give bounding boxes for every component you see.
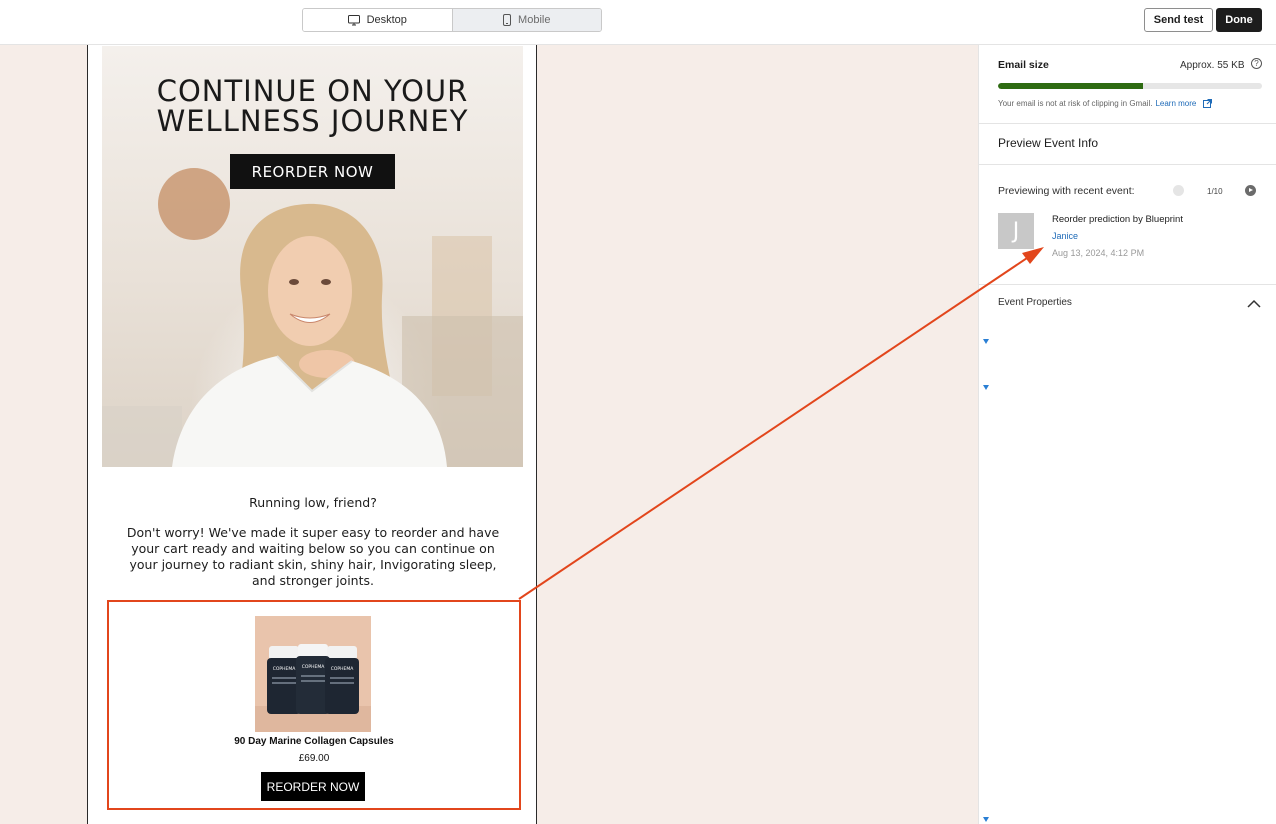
chevron-up-icon[interactable] (1247, 295, 1261, 313)
expand-marker-icon[interactable] (983, 817, 989, 822)
bottle-brand-text-3: COPHEMA (331, 666, 355, 672)
email-size-label: Email size (998, 59, 1049, 71)
panel-divider (979, 164, 1276, 165)
pager-count: 1/10 (1207, 187, 1223, 196)
help-circle-icon[interactable]: ? (1251, 58, 1262, 69)
clipping-note-text: Your email is not at risk of clipping in… (998, 99, 1153, 108)
product-reorder-button[interactable]: REORDER NOW (261, 772, 365, 801)
event-title: Reorder prediction by Blueprint (1052, 214, 1183, 225)
mobile-view-button[interactable]: Mobile (451, 9, 601, 31)
panel-divider (979, 284, 1276, 285)
product-price: £69.00 (298, 753, 330, 764)
greeting-text: Running low, friend? (249, 495, 377, 510)
desktop-view-button[interactable]: Desktop (303, 9, 452, 31)
hero-reorder-button[interactable]: REORDER NOW (230, 154, 395, 189)
chevron-right-icon[interactable] (1245, 185, 1256, 196)
previewing-label: Previewing with recent event: (998, 185, 1135, 197)
hero-title: CONTINUE ON YOUR WELLNESS JOURNEY (102, 76, 523, 136)
expand-marker-icon[interactable] (983, 339, 989, 344)
supplement-bottles-image: COPHEMA COPHEMA COPHEMA (255, 644, 371, 732)
monitor-icon (347, 14, 360, 26)
product-block[interactable]: COPHEMA COPHEMA COPHEMA 90 Day Marine Co… (107, 600, 521, 810)
mobile-label: Mobile (518, 14, 551, 26)
hero-title-line-2: WELLNESS JOURNEY (156, 104, 469, 138)
hero-title-line-1: CONTINUE ON YOUR (156, 74, 469, 108)
email-preview-canvas: CONTINUE ON YOUR WELLNESS JOURNEY REORDE… (0, 45, 978, 824)
expand-marker-icon[interactable] (983, 385, 989, 390)
body-text: Don't worry! We've made it super easy to… (126, 525, 500, 588)
event-timestamp: Aug 13, 2024, 4:12 PM (1052, 248, 1145, 258)
product-image: COPHEMA COPHEMA COPHEMA (255, 616, 371, 732)
send-test-button[interactable]: Send test (1144, 8, 1213, 32)
email-body: CONTINUE ON YOUR WELLNESS JOURNEY REORDE… (87, 45, 537, 824)
email-copy: Running low, friend? Don't worry! We've … (116, 495, 510, 589)
email-size-value: Approx. 55 KB (1180, 60, 1245, 71)
preview-side-panel: Email size Approx. 55 KB ? Your email is… (978, 45, 1276, 824)
phone-icon (503, 14, 512, 26)
top-toolbar: Desktop Mobile Send test Done (0, 0, 1276, 45)
desktop-label: Desktop (366, 14, 407, 26)
email-size-progress-bar (998, 83, 1262, 89)
bottle-brand-text-2: COPHEMA (302, 664, 326, 670)
pager-prev-button[interactable] (1173, 185, 1184, 196)
preview-event-info-title: Preview Event Info (998, 136, 1099, 150)
email-size-progress-fill (998, 83, 1144, 89)
event-properties-label: Event Properties (998, 297, 1072, 308)
clipping-note: Your email is not at risk of clipping in… (998, 99, 1212, 110)
panel-divider (979, 123, 1276, 124)
hero-banner: CONTINUE ON YOUR WELLNESS JOURNEY REORDE… (102, 46, 523, 467)
bottle-brand-text-1: COPHEMA (273, 666, 297, 672)
product-name: 90 Day Marine Collagen Capsules (234, 736, 394, 747)
avatar: J (998, 213, 1034, 249)
learn-more-link[interactable]: Learn more (1155, 99, 1196, 108)
external-link-icon[interactable] (1202, 99, 1212, 110)
device-toggle: Desktop Mobile (302, 8, 602, 32)
done-button[interactable]: Done (1216, 8, 1262, 32)
event-person-link[interactable]: Janice (1052, 231, 1078, 241)
